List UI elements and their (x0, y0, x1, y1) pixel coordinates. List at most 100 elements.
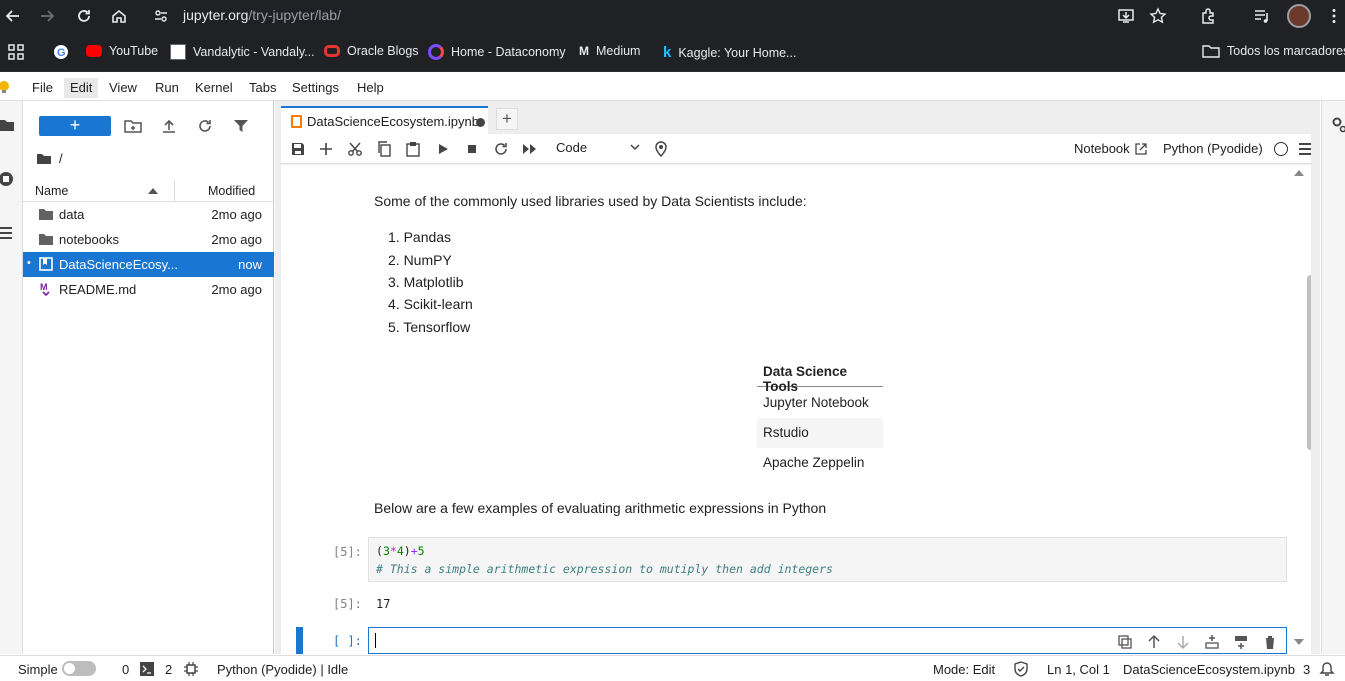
sort-ascending-icon[interactable] (148, 188, 158, 194)
column-modified-header[interactable]: Modified (208, 184, 255, 198)
home-icon[interactable] (110, 7, 128, 25)
menu-run[interactable]: Run (149, 78, 185, 98)
open-notebook-view-button[interactable]: Notebook (1074, 141, 1148, 156)
upload-icon[interactable] (160, 117, 178, 135)
more-options-icon[interactable] (1325, 7, 1343, 25)
extensions-icon[interactable] (1199, 7, 1217, 25)
bookmark-oracle[interactable]: Oracle Blogs (324, 44, 419, 58)
bookmark-kaggle[interactable]: k Kaggle: Your Home... (663, 44, 796, 61)
reload-icon[interactable] (75, 7, 93, 25)
file-row-data[interactable]: data 2mo ago (23, 202, 274, 227)
forward-icon[interactable] (38, 7, 56, 25)
list-item: 5. Tensorflow (388, 319, 471, 335)
simple-mode-toggle[interactable] (62, 661, 96, 676)
scroll-up-icon[interactable] (1294, 169, 1304, 177)
tab-datascienceecosystem[interactable]: DataScienceEcosystem.ipynb (281, 106, 488, 134)
kernel-name[interactable]: Python (Pyodide) (1163, 141, 1263, 156)
document-tab-bar: DataScienceEcosystem.ipynb + (275, 101, 1320, 134)
file-list-header: Name Modified (23, 180, 274, 202)
copy-icon[interactable] (376, 141, 392, 157)
menu-kernel[interactable]: Kernel (189, 78, 239, 98)
insert-cell-above-icon[interactable] (1204, 634, 1220, 650)
restart-run-all-icon[interactable] (522, 141, 538, 157)
terminal-icon[interactable] (140, 662, 154, 676)
folder-icon (1202, 45, 1220, 58)
scrollbar[interactable] (1307, 275, 1311, 450)
menu-settings[interactable]: Settings (286, 78, 345, 98)
move-cell-down-icon[interactable] (1175, 634, 1191, 650)
active-code-cell-editor[interactable] (368, 627, 1287, 654)
file-modified: 2mo ago (211, 282, 262, 297)
menu-help[interactable]: Help (351, 78, 390, 98)
notification-bell-icon[interactable] (1319, 661, 1335, 677)
tab-label: DataScienceEcosystem.ipynb (307, 114, 479, 129)
table-row: Rstudio (757, 418, 883, 448)
profile-avatar[interactable] (1287, 4, 1311, 28)
scroll-down-icon[interactable] (1294, 638, 1304, 646)
kernel-chip-icon[interactable] (184, 662, 198, 676)
delete-cell-icon[interactable] (1262, 634, 1278, 650)
refresh-icon[interactable] (196, 117, 214, 135)
restart-kernel-icon[interactable] (493, 141, 509, 157)
apps-grid-icon[interactable] (8, 44, 24, 60)
menu-tabs[interactable]: Tabs (243, 78, 282, 98)
bookmark-star-icon[interactable] (1149, 7, 1167, 25)
insert-cell-below-icon[interactable] (1233, 634, 1249, 650)
menu-view[interactable]: View (103, 78, 143, 98)
install-app-icon[interactable] (1117, 7, 1135, 25)
cut-icon[interactable] (347, 141, 363, 157)
property-inspector-icon[interactable] (1331, 116, 1345, 134)
site-settings-icon[interactable] (153, 8, 169, 24)
move-cell-up-icon[interactable] (1146, 634, 1162, 650)
paste-icon[interactable] (405, 141, 421, 157)
menu-edit[interactable]: Edit (64, 78, 99, 98)
cell-type-dropdown[interactable]: Code (556, 140, 640, 155)
column-divider[interactable] (174, 180, 175, 202)
save-icon[interactable] (290, 141, 306, 157)
media-control-icon[interactable] (1253, 7, 1271, 25)
file-browser-tab-icon[interactable] (0, 118, 14, 132)
chevron-down-icon (630, 144, 640, 151)
breadcrumb[interactable]: / (37, 151, 63, 166)
code-comment: # This a simple arithmetic expression to… (376, 562, 833, 576)
terminal-count[interactable]: 0 (122, 662, 129, 677)
notification-count[interactable]: 3 (1303, 662, 1310, 677)
unsaved-indicator-icon[interactable] (476, 118, 485, 127)
file-row-datascienceecosystem[interactable]: • DataScienceEcosy... now (23, 252, 274, 277)
code-line: (3*4)+5 (376, 544, 425, 558)
column-name-header[interactable]: Name (35, 184, 68, 198)
external-link-icon (1135, 142, 1147, 155)
file-row-notebooks[interactable]: notebooks 2mo ago (23, 227, 274, 252)
run-cell-icon[interactable] (435, 141, 451, 157)
notebook-toolbar: Code Notebook Python (Pyodide) (281, 134, 1311, 164)
kernel-status-text[interactable]: Python (Pyodide) | Idle (217, 662, 348, 677)
bookmark-medium[interactable]: M Medium (579, 44, 640, 58)
bookmark-dataconomy[interactable]: Home - Dataconomy (428, 44, 566, 60)
list-item: 2. NumPY (388, 252, 452, 268)
kernel-count[interactable]: 2 (165, 662, 172, 677)
bookmark-vandalytic[interactable]: Vandalytic - Vandaly... (170, 44, 315, 60)
filter-icon[interactable] (232, 117, 250, 135)
hamburger-menu-icon[interactable] (1298, 142, 1312, 156)
url-text[interactable]: jupyter.org/try-jupyter/lab/ (183, 7, 341, 23)
all-bookmarks[interactable]: Todos los marcadores (1202, 44, 1345, 58)
cursor-position[interactable]: Ln 1, Col 1 (1047, 662, 1110, 677)
table-of-contents-icon[interactable] (0, 226, 14, 240)
insert-cell-icon[interactable] (318, 141, 334, 157)
duplicate-cell-icon[interactable] (1117, 634, 1133, 650)
new-launcher-button[interactable]: + (39, 116, 111, 136)
file-row-readme[interactable]: M README.md 2mo ago (23, 277, 274, 302)
simple-mode-label: Simple (18, 662, 58, 677)
interrupt-kernel-icon[interactable] (464, 141, 480, 157)
debugger-icon[interactable] (653, 141, 669, 157)
new-tab-button[interactable]: + (496, 108, 518, 130)
new-folder-icon[interactable] (124, 117, 142, 135)
vandalytic-icon (170, 44, 186, 60)
google-icon[interactable]: G (53, 44, 69, 60)
bookmark-youtube[interactable]: YouTube (86, 44, 158, 58)
menu-file[interactable]: File (26, 78, 59, 98)
code-cell[interactable]: (3*4)+5 # This a simple arithmetic expre… (368, 537, 1287, 582)
running-sessions-icon[interactable] (0, 171, 16, 187)
active-cell-indicator[interactable] (296, 627, 303, 654)
back-icon[interactable] (4, 7, 22, 25)
